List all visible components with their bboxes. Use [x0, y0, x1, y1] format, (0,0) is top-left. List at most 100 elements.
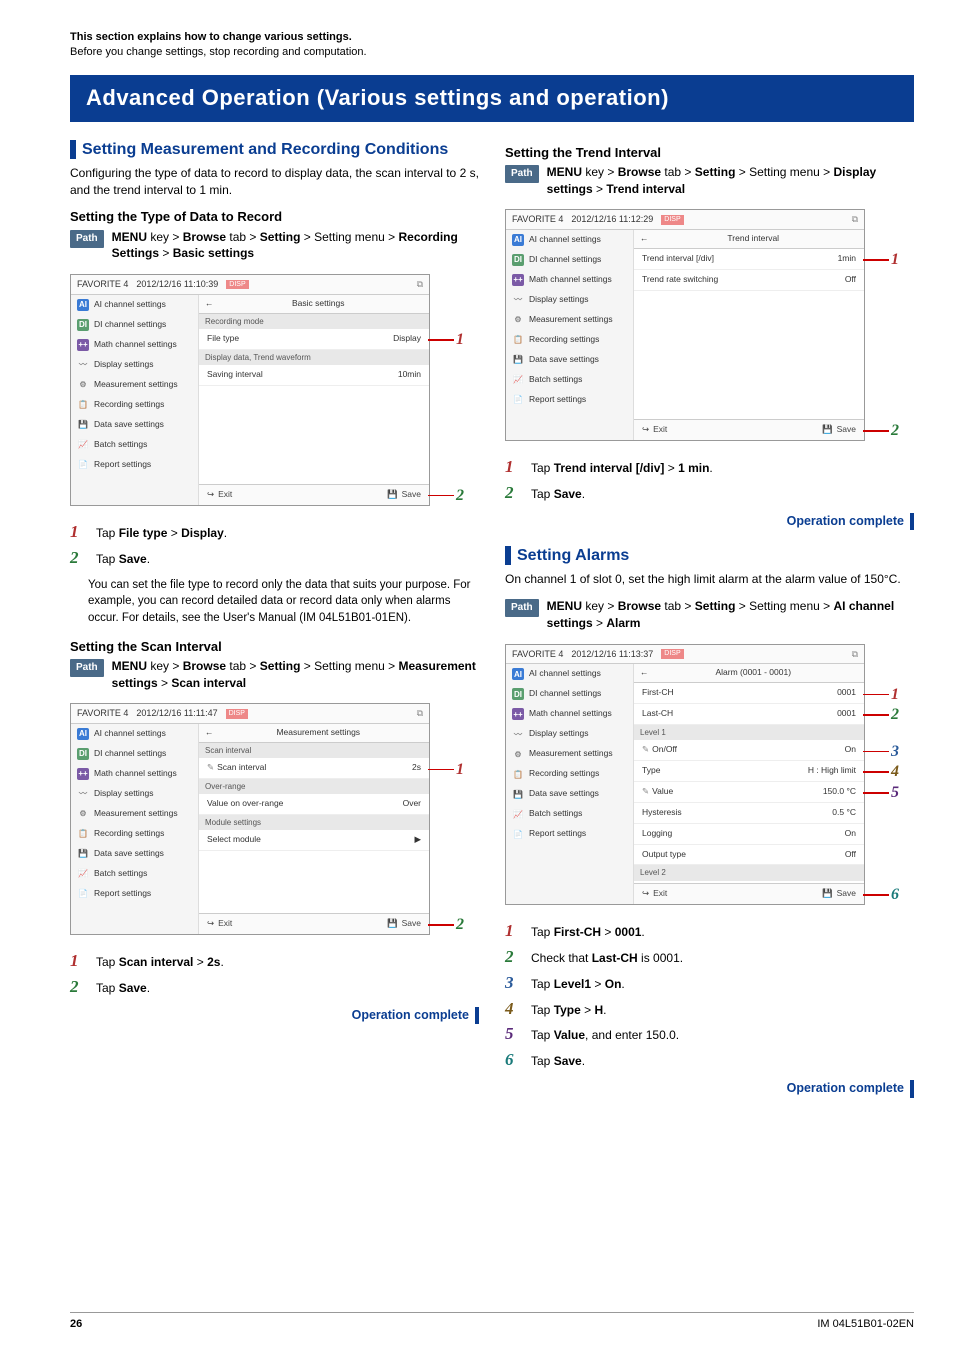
step-num-4: 4: [505, 997, 521, 1021]
sidebar-item[interactable]: AI AI channel settings: [506, 230, 633, 250]
sidebar-item-label: Report settings: [94, 459, 151, 471]
save-button[interactable]: 💾Save: [387, 489, 421, 501]
setting-row[interactable]: Trend rate switching Off: [634, 270, 864, 291]
sidebar-item[interactable]: 📈 Batch settings: [506, 370, 633, 390]
back-icon[interactable]: ←: [205, 727, 214, 739]
sidebar-item[interactable]: ⚙ Measurement settings: [71, 375, 198, 395]
sidebar-item-label: Recording settings: [529, 768, 599, 780]
setting-row[interactable]: Last-CH 0001: [634, 704, 864, 725]
sidebar-item[interactable]: 📈 Batch settings: [71, 864, 198, 884]
setting-value: 0001: [837, 687, 856, 699]
sidebar-item[interactable]: 📄 Report settings: [71, 455, 198, 475]
setting-row[interactable]: First-CH 0001: [634, 683, 864, 704]
sidebar-item[interactable]: 📈 Batch settings: [506, 804, 633, 824]
back-icon[interactable]: ←: [205, 298, 214, 310]
sidebar-item[interactable]: 〰 Display settings: [506, 724, 633, 744]
path-badge: Path: [70, 659, 104, 677]
sidebar-item[interactable]: 〰 Display settings: [71, 784, 198, 804]
heading-trend-interval: Setting the Trend Interval: [505, 144, 914, 162]
sidebar-item[interactable]: 💾 Data save settings: [71, 844, 198, 864]
sidebar-item[interactable]: 💾 Data save settings: [506, 350, 633, 370]
sidebar-item[interactable]: ⚙ Measurement settings: [506, 744, 633, 764]
sidebar-item[interactable]: 📋 Recording settings: [71, 824, 198, 844]
setting-value: On: [845, 828, 856, 840]
sidebar-item-label: Measurement settings: [94, 808, 178, 820]
setting-value: 0001: [837, 708, 856, 720]
setting-label: Output type: [642, 849, 686, 861]
callout-number: 1: [456, 759, 464, 781]
setting-value: 10min: [398, 369, 421, 381]
setting-row[interactable]: Saving interval 10min: [199, 365, 429, 386]
sidebar-item[interactable]: AI AI channel settings: [71, 724, 198, 744]
setting-row[interactable]: Logging On: [634, 824, 864, 845]
setting-row[interactable]: Type H : High limit: [634, 761, 864, 782]
sidebar-item-label: Batch settings: [529, 374, 582, 386]
setting-row[interactable]: ✎Value 150.0 °C: [634, 782, 864, 803]
sidebar-item-label: Data save settings: [94, 848, 164, 860]
callout-line: [863, 771, 889, 773]
setting-row[interactable]: Hysteresis 0.5 °C: [634, 803, 864, 824]
save-icon: 💾: [822, 888, 833, 900]
exit-button[interactable]: ↪Exit: [207, 489, 232, 501]
setting-row[interactable]: Value on over-range Over: [199, 794, 429, 815]
sidebar-item[interactable]: 📋 Recording settings: [71, 395, 198, 415]
back-icon[interactable]: ←: [640, 233, 649, 245]
group-label: Scan interval: [199, 743, 429, 758]
sidebar-item[interactable]: ++ Math channel settings: [506, 704, 633, 724]
exit-button[interactable]: ↪Exit: [642, 888, 667, 900]
sidebar-item-label: AI channel settings: [94, 299, 166, 311]
back-icon[interactable]: ←: [640, 667, 649, 679]
sidebar-item[interactable]: 📄 Report settings: [506, 390, 633, 410]
sidebar-icon: 📄: [512, 828, 524, 840]
setting-row[interactable]: Output type Off: [634, 845, 864, 866]
sidebar-item[interactable]: AI AI channel settings: [71, 295, 198, 315]
save-button[interactable]: 💾Save: [387, 918, 421, 930]
exit-button[interactable]: ↪Exit: [207, 918, 232, 930]
setting-label: Value on over-range: [207, 798, 283, 810]
sidebar-item[interactable]: ⚙ Measurement settings: [506, 310, 633, 330]
sidebar-item-label: Recording settings: [94, 828, 164, 840]
sidebar-item[interactable]: DI DI channel settings: [71, 315, 198, 335]
sidebar-item[interactable]: 〰 Display settings: [506, 290, 633, 310]
sidebar-item[interactable]: DI DI channel settings: [506, 684, 633, 704]
path-text: MENU key > Browse tab > Setting > Settin…: [112, 658, 479, 692]
panel-title: Alarm (0001 - 0001): [649, 667, 859, 679]
setting-row[interactable]: Select module ▶: [199, 830, 429, 851]
sidebar-item[interactable]: 📈 Batch settings: [71, 435, 198, 455]
callout-number: 2: [456, 485, 464, 507]
screenshot-trend-interval: FAVORITE 4 2012/12/16 11:12:29 DISP ⧉ AI…: [505, 209, 865, 441]
sidebar-item[interactable]: 〰 Display settings: [71, 355, 198, 375]
sidebar-item-label: Measurement settings: [529, 314, 613, 326]
sidebar-item[interactable]: 📋 Recording settings: [506, 764, 633, 784]
setting-label: Select module: [207, 834, 261, 846]
sidebar-item[interactable]: ⚙ Measurement settings: [71, 804, 198, 824]
exit-button[interactable]: ↪Exit: [642, 424, 667, 436]
sidebar-item[interactable]: 📄 Report settings: [71, 884, 198, 904]
save-button[interactable]: 💾Save: [822, 424, 856, 436]
callout-number: 2: [456, 914, 464, 936]
setting-row[interactable]: File type Display: [199, 329, 429, 350]
sidebar-item-label: DI channel settings: [529, 254, 601, 266]
callout-line: [863, 694, 889, 696]
setting-row[interactable]: ✎On/Off On: [634, 740, 864, 761]
sidebar-item[interactable]: DI DI channel settings: [71, 744, 198, 764]
setting-label: Trend interval [/div]: [642, 253, 714, 265]
sidebar-item-label: Math channel settings: [94, 768, 177, 780]
sidebar-item[interactable]: AI AI channel settings: [506, 664, 633, 684]
callout-line: [428, 339, 454, 341]
sidebar-item[interactable]: ++ Math channel settings: [71, 764, 198, 784]
sidebar-icon: 📋: [512, 768, 524, 780]
heading-scan-interval: Setting the Scan Interval: [70, 638, 479, 656]
sidebar-item[interactable]: DI DI channel settings: [506, 250, 633, 270]
path-text: MENU key > Browse tab > Setting > Settin…: [112, 229, 479, 263]
sidebar-item[interactable]: ++ Math channel settings: [506, 270, 633, 290]
setting-row[interactable]: Trend interval [/div] 1min: [634, 249, 864, 270]
sidebar-item[interactable]: 📄 Report settings: [506, 824, 633, 844]
save-button[interactable]: 💾Save: [822, 888, 856, 900]
screenshot-main: ← Alarm (0001 - 0001) First-CH 0001 Last…: [634, 664, 864, 904]
sidebar-item[interactable]: ++ Math channel settings: [71, 335, 198, 355]
sidebar-item[interactable]: 💾 Data save settings: [506, 784, 633, 804]
sidebar-item[interactable]: 📋 Recording settings: [506, 330, 633, 350]
setting-row[interactable]: ✎Scan interval 2s: [199, 758, 429, 779]
sidebar-item[interactable]: 💾 Data save settings: [71, 415, 198, 435]
